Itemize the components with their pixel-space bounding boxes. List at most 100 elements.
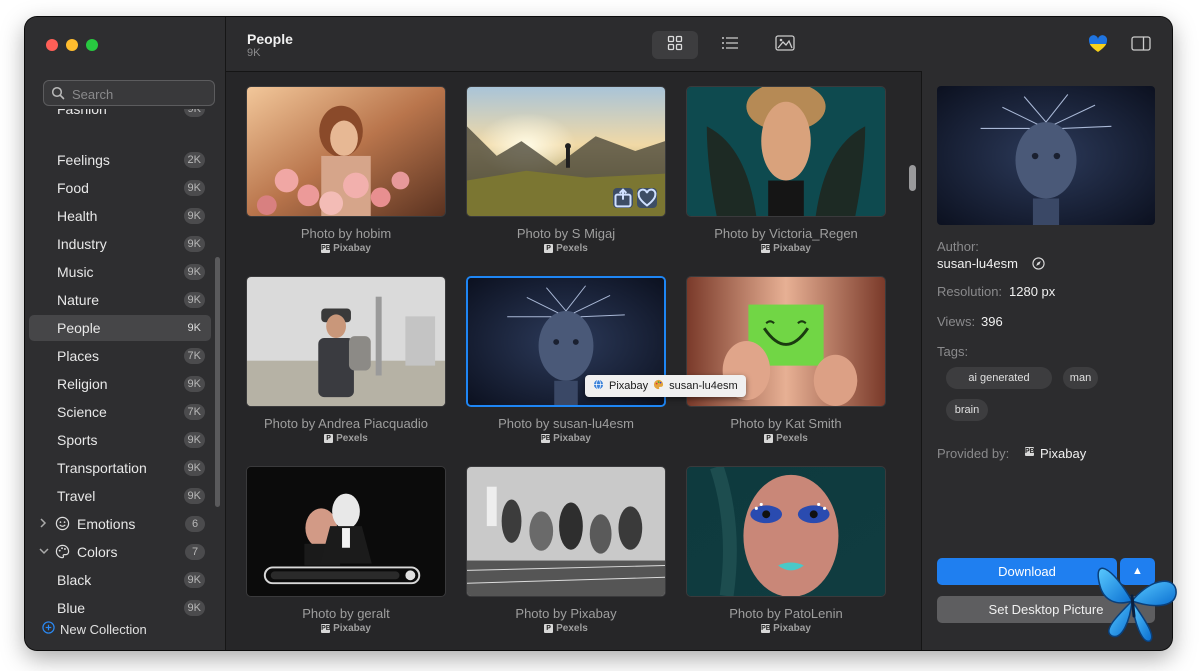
photo-card[interactable]: Photo by Victoria_Regen PB Pixabay bbox=[686, 86, 886, 262]
butterfly-icon bbox=[1082, 556, 1180, 646]
sidebar-item-health[interactable]: Health 9K bbox=[29, 203, 211, 229]
sidebar-toggle-icon[interactable] bbox=[1131, 36, 1151, 56]
pexels-icon: P bbox=[324, 434, 334, 443]
count-badge: 7K bbox=[183, 404, 205, 420]
pixabay-icon: PB bbox=[1025, 447, 1035, 456]
sidebar-group-colors[interactable]: Colors 7 bbox=[29, 539, 211, 565]
photo-source: PB Pixabay bbox=[686, 623, 886, 634]
photo-card[interactable]: Photo by Kat Smith P Pexels bbox=[686, 276, 886, 452]
heart-icon[interactable] bbox=[637, 188, 657, 208]
photo-card[interactable]: Photo by Pixabay P Pexels bbox=[466, 466, 666, 642]
tag-chip[interactable]: brain bbox=[946, 399, 988, 421]
app-window: Fashion 9K Feelings 2K Food 9K Health 9K… bbox=[25, 17, 1172, 650]
tag-chip[interactable]: man bbox=[1063, 367, 1098, 389]
photo-source: P Pexels bbox=[246, 433, 446, 444]
sidebar-item-label: Travel bbox=[57, 488, 96, 504]
sidebar-item-science[interactable]: Science 7K bbox=[29, 399, 211, 425]
count-badge: 9K bbox=[183, 180, 205, 196]
author-label: Author: bbox=[937, 239, 979, 254]
photo-thumbnail[interactable] bbox=[246, 86, 446, 217]
pixabay-icon: PB bbox=[761, 244, 771, 253]
photo-caption: Photo by Andrea Piacquadio bbox=[263, 416, 429, 431]
photo-card[interactable]: Photo by hobim PB Pixabay bbox=[246, 86, 446, 262]
share-icon[interactable] bbox=[613, 188, 633, 208]
photo-card[interactable]: Photo by Andrea Piacquadio P Pexels bbox=[246, 276, 446, 452]
sidebar-item-label: Music bbox=[57, 264, 94, 280]
sidebar-item-industry[interactable]: Industry 9K bbox=[29, 231, 211, 257]
sidebar-group-emotions[interactable]: Emotions 6 bbox=[29, 511, 211, 537]
sidebar-scrollbar[interactable] bbox=[215, 257, 220, 507]
resolution-value: 1280 px bbox=[1009, 284, 1056, 299]
search-field[interactable] bbox=[43, 80, 215, 106]
sidebar-item-religion[interactable]: Religion 9K bbox=[29, 371, 211, 397]
sidebar-item-label: Fashion bbox=[57, 109, 107, 117]
compass-icon[interactable] bbox=[1032, 257, 1045, 275]
photo-caption: Photo by susan-lu4esm bbox=[498, 416, 634, 431]
sidebar-item-blue[interactable]: Blue 9K bbox=[29, 595, 211, 619]
search-input[interactable] bbox=[70, 84, 214, 104]
photo-card[interactable]: Photo by S Migaj P Pexels bbox=[466, 86, 666, 262]
sidebar-item-transportation[interactable]: Transportation 9K bbox=[29, 455, 211, 481]
sidebar-item-nature[interactable]: Nature 9K bbox=[29, 287, 211, 313]
list-view-icon bbox=[721, 36, 739, 55]
ukraine-heart-icon[interactable] bbox=[1088, 35, 1108, 58]
image-view-icon bbox=[775, 34, 795, 56]
sidebar: Fashion 9K Feelings 2K Food 9K Health 9K… bbox=[25, 17, 226, 650]
sidebar-item-label: Places bbox=[57, 348, 100, 364]
count-badge: 9K bbox=[183, 488, 205, 504]
image-view-button[interactable] bbox=[762, 31, 808, 59]
photo-source: PB Pixabay bbox=[466, 433, 666, 444]
sidebar-item-black[interactable]: Black 9K bbox=[29, 567, 211, 593]
tag-chip[interactable]: ai generated bbox=[946, 367, 1052, 389]
list-view-button[interactable] bbox=[707, 31, 753, 59]
sidebar-item-label: Feelings bbox=[57, 152, 110, 168]
sidebar-item-places[interactable]: Places 7K bbox=[29, 343, 211, 369]
provider-value: Pixabay bbox=[1040, 446, 1087, 461]
photo-thumbnail[interactable] bbox=[686, 466, 886, 597]
sidebar-item-feelings[interactable]: Feelings 2K bbox=[29, 147, 211, 173]
count-badge: 2K bbox=[183, 152, 205, 168]
photo-caption: Photo by Victoria_Regen bbox=[714, 226, 858, 241]
photo-thumbnail[interactable] bbox=[686, 86, 886, 217]
pixabay-icon: PB bbox=[321, 624, 331, 633]
photo-thumbnail[interactable] bbox=[466, 86, 666, 217]
photo-thumbnail[interactable] bbox=[246, 276, 446, 407]
sidebar-item-sports[interactable]: Sports 9K bbox=[29, 427, 211, 453]
resolution-label: Resolution: bbox=[937, 284, 1003, 299]
sidebar-item-food[interactable]: Food 9K bbox=[29, 175, 211, 201]
sidebar-item-label: Transportation bbox=[57, 460, 147, 476]
photo-thumbnail[interactable] bbox=[466, 466, 666, 597]
chevron-right-icon[interactable] bbox=[39, 517, 47, 532]
page-title: People bbox=[247, 31, 293, 47]
count-badge: 9K bbox=[183, 432, 205, 448]
grid-view-button[interactable] bbox=[652, 31, 698, 59]
author-value: susan-lu4esm bbox=[937, 256, 1018, 271]
photo-card[interactable]: Photo by susan-lu4esm PB Pixabay bbox=[466, 276, 666, 452]
hover-tooltip: Pixabay susan-lu4esm bbox=[585, 375, 746, 397]
sidebar-item-label: Blue bbox=[57, 600, 86, 616]
photo-source: P Pexels bbox=[466, 623, 666, 634]
chevron-down-icon[interactable] bbox=[39, 545, 49, 559]
photo-card[interactable]: Photo by PatoLenin PB Pixabay bbox=[686, 466, 886, 642]
close-window-button[interactable] bbox=[46, 39, 58, 51]
window-controls bbox=[46, 39, 98, 51]
zoom-window-button[interactable] bbox=[86, 39, 98, 51]
thumbnail-actions bbox=[613, 188, 657, 208]
sidebar-item-people[interactable]: People 9K bbox=[29, 315, 211, 341]
sidebar-item-travel[interactable]: Travel 9K bbox=[29, 483, 211, 509]
sidebar-item-fashion[interactable]: Fashion 9K bbox=[29, 109, 211, 122]
sidebar-item-music[interactable]: Music 9K bbox=[29, 259, 211, 285]
photo-caption: Photo by hobim bbox=[300, 226, 392, 241]
photo-card[interactable]: Photo by geralt PB Pixabay bbox=[246, 466, 446, 642]
photo-thumbnail[interactable] bbox=[246, 466, 446, 597]
new-collection-button[interactable]: New Collection bbox=[42, 621, 147, 637]
globe-icon bbox=[593, 379, 604, 393]
pixabay-icon: PB bbox=[761, 624, 771, 633]
minimize-window-button[interactable] bbox=[66, 39, 78, 51]
photo-source-label: Pixabay bbox=[553, 433, 591, 444]
content-scrollbar[interactable] bbox=[909, 165, 916, 191]
count-badge: 9K bbox=[183, 292, 205, 308]
count-badge: 9K bbox=[183, 109, 205, 117]
sidebar-item-label: Black bbox=[57, 572, 92, 588]
grid-view-icon bbox=[667, 35, 683, 56]
